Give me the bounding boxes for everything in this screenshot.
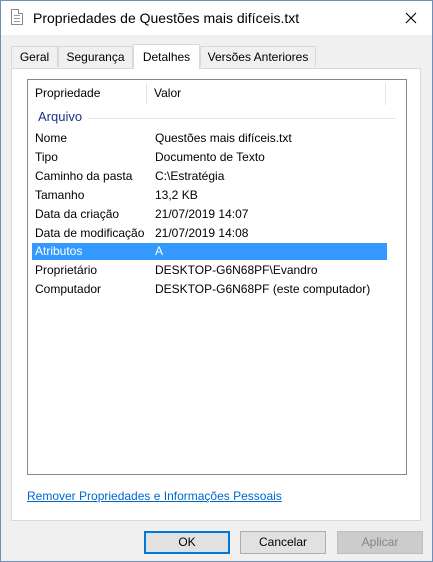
property-value: DESKTOP-G6N68PF (este computador) xyxy=(155,282,371,296)
list-item[interactable]: Data de modificação 21/07/2019 14:08 xyxy=(32,225,387,242)
property-name: Data da criação xyxy=(35,207,120,221)
group-label: Arquivo xyxy=(38,109,89,124)
property-name: Tipo xyxy=(35,150,58,164)
ok-button[interactable]: OK xyxy=(144,531,230,554)
list-item-selected[interactable]: Atributos A xyxy=(32,243,387,260)
property-name: Atributos xyxy=(35,244,83,258)
property-value: Questões mais difíceis.txt xyxy=(155,131,292,145)
column-divider[interactable] xyxy=(146,83,147,105)
cancel-button[interactable]: Cancelar xyxy=(240,531,326,554)
property-name: Computador xyxy=(35,282,102,296)
list-item[interactable]: Computador DESKTOP-G6N68PF (este computa… xyxy=(32,281,387,298)
property-name: Nome xyxy=(35,131,68,145)
list-item[interactable]: Proprietário DESKTOP-G6N68PF\Evandro xyxy=(32,262,387,279)
list-item[interactable]: Caminho da pasta C:\Estratégia xyxy=(32,168,387,185)
properties-list[interactable]: Propriedade Valor Arquivo Nome Questões … xyxy=(27,79,407,475)
properties-dialog: Propriedades de Questões mais difíceis.t… xyxy=(0,0,433,562)
tab-geral[interactable]: Geral xyxy=(11,46,58,67)
remove-properties-link[interactable]: Remover Propriedades e Informações Pesso… xyxy=(27,489,282,503)
window-title: Propriedades de Questões mais difíceis.t… xyxy=(33,10,300,26)
close-button[interactable] xyxy=(390,1,432,35)
property-value: C:\Estratégia xyxy=(155,169,225,183)
property-value: 13,2 KB xyxy=(155,188,198,202)
list-header: Propriedade Valor xyxy=(28,80,406,106)
close-icon xyxy=(405,12,417,24)
details-panel: Propriedade Valor Arquivo Nome Questões … xyxy=(11,68,421,521)
list-item[interactable]: Data da criação 21/07/2019 14:07 xyxy=(32,206,387,223)
text-file-icon xyxy=(11,9,23,25)
property-name: Proprietário xyxy=(35,263,98,277)
tab-strip: Geral Segurança Detalhes Versões Anterio… xyxy=(11,44,421,69)
property-name: Caminho da pasta xyxy=(35,169,133,183)
title-bar[interactable]: Propriedades de Questões mais difíceis.t… xyxy=(1,1,432,35)
column-header-property[interactable]: Propriedade xyxy=(35,86,100,100)
apply-button[interactable]: Aplicar xyxy=(337,531,423,554)
group-divider xyxy=(38,118,396,119)
property-value: A xyxy=(155,244,164,258)
column-divider[interactable] xyxy=(385,83,386,105)
property-value: 21/07/2019 14:08 xyxy=(155,226,249,240)
column-header-value[interactable]: Valor xyxy=(154,86,181,100)
tab-detalhes[interactable]: Detalhes xyxy=(133,44,200,69)
group-header-arquivo: Arquivo xyxy=(38,109,396,125)
property-name: Data de modificação xyxy=(35,226,145,240)
list-item[interactable]: Tipo Documento de Texto xyxy=(32,149,387,166)
list-item[interactable]: Tamanho 13,2 KB xyxy=(32,187,387,204)
property-value: 21/07/2019 14:07 xyxy=(155,207,249,221)
property-value: DESKTOP-G6N68PF\Evandro xyxy=(155,263,318,277)
list-item[interactable]: Nome Questões mais difíceis.txt xyxy=(32,130,387,147)
tab-seguranca[interactable]: Segurança xyxy=(58,46,133,67)
property-name: Tamanho xyxy=(35,188,85,202)
property-value: Documento de Texto xyxy=(155,150,265,164)
tab-versoes-anteriores[interactable]: Versões Anteriores xyxy=(200,46,316,67)
